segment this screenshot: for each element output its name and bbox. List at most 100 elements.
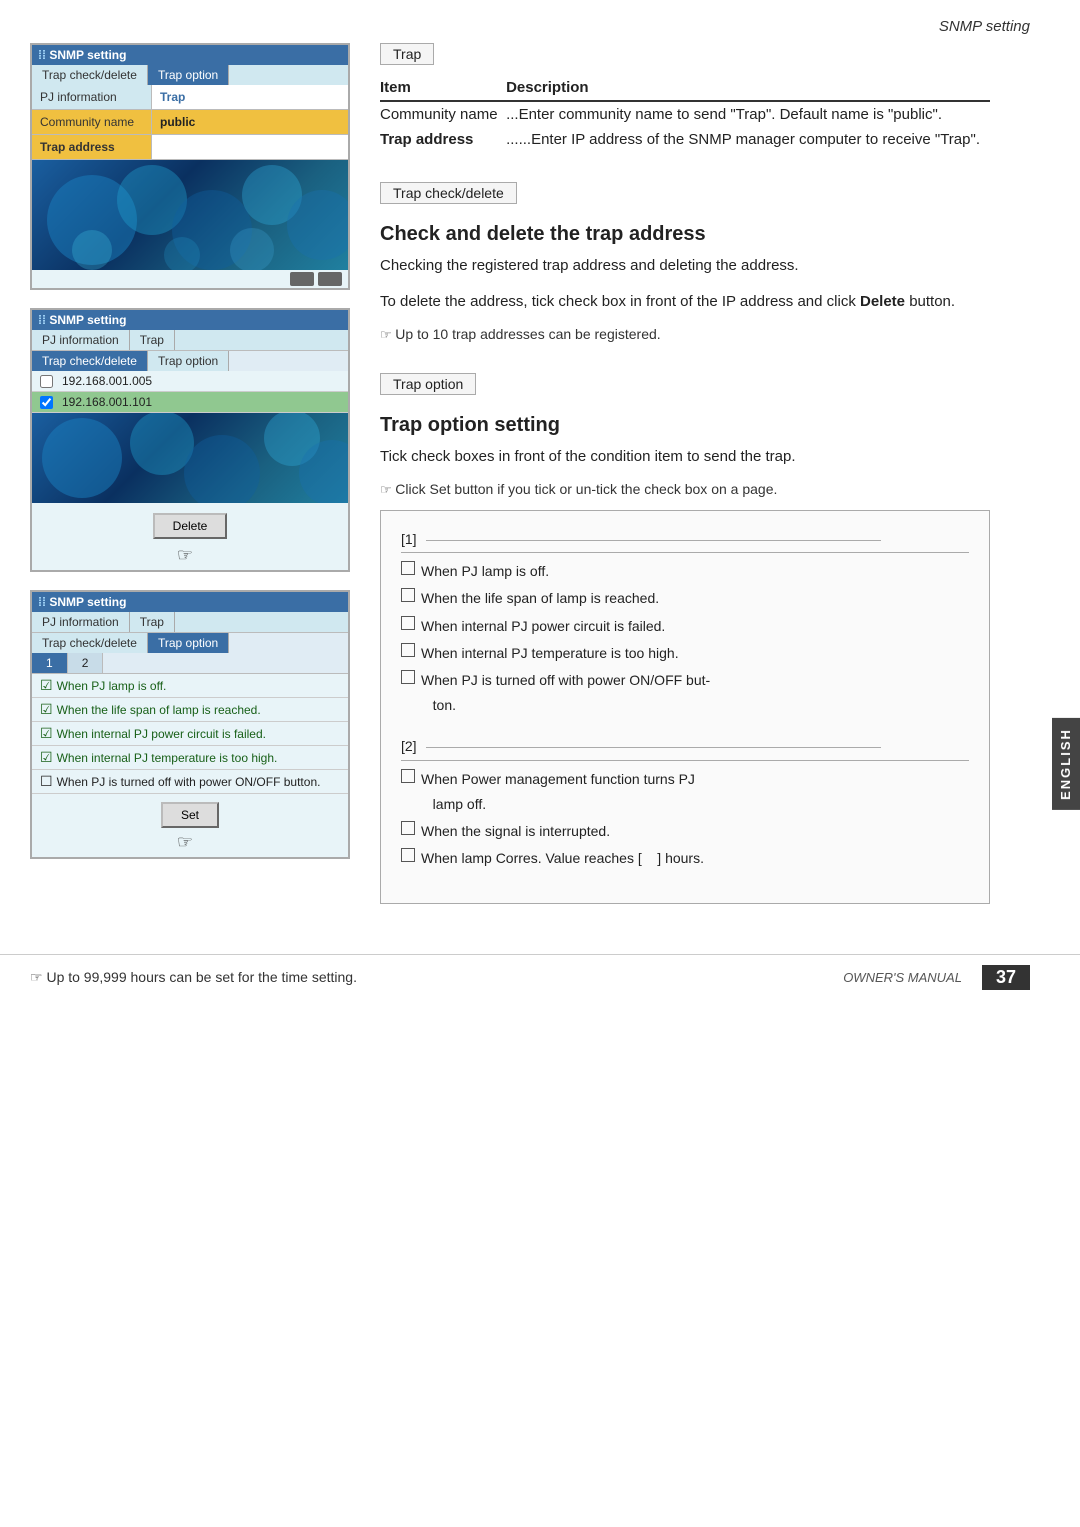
- checkbox-icon-1-3: [401, 616, 415, 630]
- checkbox-icon-2-2: [401, 821, 415, 835]
- trap-check-section: Trap check/delete Check and delete the t…: [380, 182, 990, 343]
- check-item-4: ☑ When internal PJ temperature is too hi…: [32, 746, 348, 770]
- tab2-trap-option[interactable]: Trap option: [148, 351, 229, 371]
- checked-icon-1: ☑: [40, 677, 53, 694]
- tab3-check-delete[interactable]: Trap check/delete: [32, 633, 148, 653]
- tab3-trap-option[interactable]: Trap option: [148, 633, 229, 653]
- snmp-panel-2: SNMP setting PJ information Trap Trap ch…: [30, 308, 350, 572]
- snmp-panel-3-header: SNMP setting: [32, 592, 348, 612]
- panel-1-bg: [32, 160, 348, 270]
- check-label-1: When PJ lamp is off.: [57, 679, 167, 693]
- info-box-label-2: [2]: [401, 734, 969, 760]
- check-label-3: When internal PJ power circuit is failed…: [57, 727, 266, 741]
- row-community-name: Community name public: [32, 110, 348, 135]
- tab-trap-check-delete[interactable]: Trap check/delete: [32, 65, 148, 85]
- checked-icon-4: ☑: [40, 749, 53, 766]
- value-trap-address[interactable]: [152, 135, 348, 159]
- snmp-panel-3: SNMP setting PJ information Trap Trap ch…: [30, 590, 350, 859]
- table-cell-item-1: Community name: [380, 101, 506, 127]
- cursor-icon-2: ☞: [177, 832, 193, 853]
- info-box-section-1: [1] When PJ lamp is off. When the life s…: [401, 527, 969, 718]
- info-box-label-1: [1]: [401, 527, 969, 553]
- set-btn-container: Set ☞: [32, 794, 348, 857]
- trap-option-section: Trap option Trap option setting Tick che…: [380, 373, 990, 904]
- check-label-5: When PJ is turned off with power ON/OFF …: [57, 775, 321, 789]
- page-footer: Up to 99,999 hours can be set for the ti…: [0, 954, 1080, 1000]
- strip-btn-1: [290, 272, 314, 286]
- trap-option-note: Click Set button if you tick or un-tick …: [380, 481, 990, 498]
- checkbox-icon-1-1: [401, 561, 415, 575]
- snmp-panel-2-tabs: PJ information Trap: [32, 330, 348, 350]
- checkbox-icon-1-2: [401, 588, 415, 602]
- label-pj-info: PJ information: [32, 85, 152, 109]
- panel-1-decoration: [32, 160, 348, 270]
- footer-manual: OWNER'S MANUAL: [843, 970, 962, 985]
- check-item-2: ☑ When the life span of lamp is reached.: [32, 698, 348, 722]
- info-item-1-5: When PJ is turned off with power ON/OFF …: [401, 668, 969, 718]
- row-pj-info: PJ information Trap: [32, 85, 348, 110]
- info-item-2-2: When the signal is interrupted.: [401, 819, 969, 844]
- delete-button[interactable]: Delete: [153, 513, 228, 539]
- table-row-trap-addr: Trap address ......Enter IP address of t…: [380, 127, 990, 152]
- panel-1-strip: [32, 270, 348, 288]
- delete-bold: Delete: [860, 293, 905, 310]
- english-tab: ENGLISH: [1052, 718, 1080, 810]
- snmp-panel-1-tabs: Trap check/delete Trap option: [32, 65, 348, 85]
- trap-option-body-1: Tick check boxes in front of the conditi…: [380, 445, 990, 469]
- info-item-2-3: When lamp Corres. Value reaches [ ] hour…: [401, 846, 969, 871]
- trap-option-title: Trap option setting: [380, 413, 990, 437]
- panel-2-decoration: [32, 413, 348, 503]
- trap-section: Trap Item Description Community name ...…: [380, 43, 990, 152]
- left-column: SNMP setting Trap check/delete Trap opti…: [30, 43, 350, 934]
- page-number: 37: [982, 965, 1030, 990]
- value-trap: Trap: [152, 85, 348, 109]
- footer-right: OWNER'S MANUAL 37: [843, 965, 1030, 990]
- footer-note: Up to 99,999 hours can be set for the ti…: [30, 969, 357, 986]
- ip-label-2: 192.168.001.101: [62, 395, 152, 409]
- panel-2-bg: [32, 413, 348, 503]
- delete-btn-container: Delete ☞: [32, 503, 348, 570]
- tab2-trap[interactable]: Trap: [130, 330, 175, 350]
- english-label: ENGLISH: [1058, 728, 1073, 800]
- checkbox-icon-2-3: [401, 848, 415, 862]
- trap-check-body-2: To delete the address, tick check box in…: [380, 290, 990, 314]
- snmp-panel-2-header: SNMP setting: [32, 310, 348, 330]
- info-box-section-2: [2] When Power management function turns…: [401, 734, 969, 871]
- tab3-trap[interactable]: Trap: [130, 612, 175, 632]
- table-cell-desc-2: ......Enter IP address of the SNMP manag…: [506, 127, 990, 152]
- value-community-name: public: [152, 110, 348, 134]
- info-item-1-1: When PJ lamp is off.: [401, 559, 969, 584]
- tab-trap-option[interactable]: Trap option: [148, 65, 229, 85]
- ip-row-2: 192.168.001.101: [32, 392, 348, 413]
- label-trap-address: Trap address: [32, 135, 152, 159]
- trap-box-label: Trap: [380, 43, 434, 65]
- number-tab-1[interactable]: 1: [32, 653, 68, 673]
- tab2-check-delete[interactable]: Trap check/delete: [32, 351, 148, 371]
- info-box: [1] When PJ lamp is off. When the life s…: [380, 510, 990, 904]
- checkbox-icon-1-4: [401, 643, 415, 657]
- check-item-5: ☐ When PJ is turned off with power ON/OF…: [32, 770, 348, 794]
- tab2-pj-info[interactable]: PJ information: [32, 330, 130, 350]
- trap-check-title: Check and delete the trap address: [380, 222, 990, 246]
- page-header: SNMP setting: [0, 0, 1080, 43]
- checked-icon-2: ☑: [40, 701, 53, 718]
- table-cell-item-2: Trap address: [380, 127, 506, 152]
- right-column: Trap Item Description Community name ...…: [380, 43, 1030, 934]
- cursor-icon-1: ☞: [177, 545, 193, 566]
- snmp-panel-1: SNMP setting Trap check/delete Trap opti…: [30, 43, 350, 290]
- ip-label-1: 192.168.001.005: [62, 374, 152, 388]
- number-tabs: 1 2: [32, 653, 348, 674]
- snmp-panel-2-tabs-2: Trap check/delete Trap option: [32, 350, 348, 371]
- label-community-name: Community name: [32, 110, 152, 134]
- tab3-pj-info[interactable]: PJ information: [32, 612, 130, 632]
- set-button[interactable]: Set: [161, 802, 219, 828]
- ip-checkbox-2[interactable]: [40, 396, 53, 409]
- check-label-4: When internal PJ temperature is too high…: [57, 751, 278, 765]
- unchecked-icon-5: ☐: [40, 773, 53, 790]
- number-tab-2[interactable]: 2: [68, 653, 104, 673]
- trap-table: Item Description Community name ...Enter…: [380, 75, 990, 152]
- row-trap-address: Trap address: [32, 135, 348, 160]
- ip-checkbox-1[interactable]: [40, 375, 53, 388]
- strip-btn-2: [318, 272, 342, 286]
- ip-row-1: 192.168.001.005: [32, 371, 348, 392]
